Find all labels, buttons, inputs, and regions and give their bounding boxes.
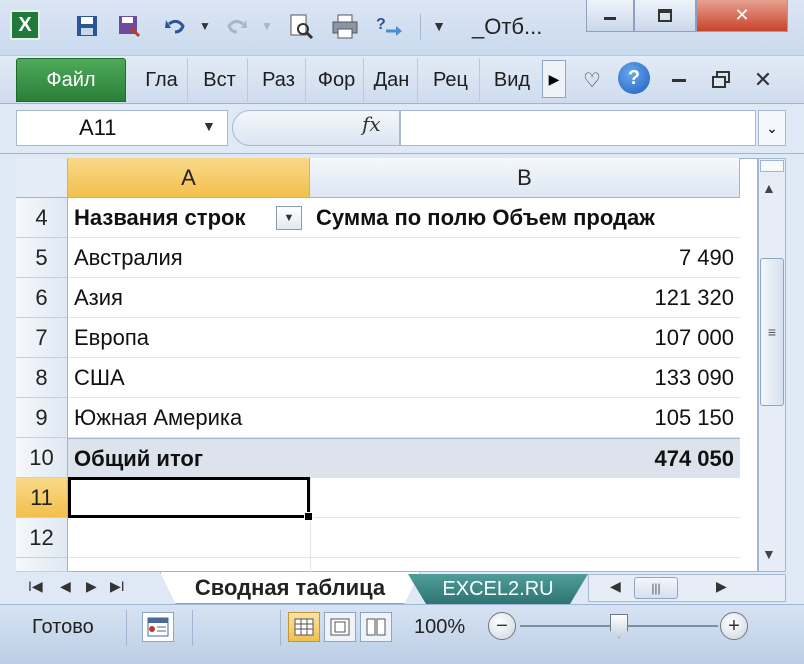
row-header[interactable]: 12 — [16, 518, 68, 558]
undo-dropdown-icon[interactable]: ▼ — [190, 10, 220, 42]
redo-icon — [222, 10, 252, 42]
zoom-level[interactable]: 100% — [414, 614, 465, 640]
vertical-scroll-thumb[interactable]: ≡ — [760, 258, 784, 406]
sheet-tab-active[interactable]: Сводная таблица — [160, 572, 420, 604]
redo-dropdown-icon: ▼ — [261, 19, 273, 33]
tab-formulas[interactable]: Фор — [310, 58, 364, 102]
fill-handle[interactable] — [304, 512, 313, 521]
cell-a4[interactable]: Названия строк — [74, 198, 306, 238]
scroll-right-icon[interactable]: ▶ — [716, 578, 727, 595]
scroll-down-icon[interactable]: ▼ — [762, 546, 776, 562]
name-box[interactable]: A11 — [16, 110, 228, 146]
tab-view[interactable]: Вид — [484, 58, 540, 102]
macro-record-icon[interactable] — [142, 612, 174, 642]
cell-a10[interactable]: Общий итог — [74, 439, 306, 479]
column-header-b[interactable]: B — [310, 158, 740, 198]
svg-text:?: ? — [376, 16, 386, 33]
save-icon[interactable] — [72, 10, 102, 42]
cell-b8[interactable]: 133 090 — [310, 358, 734, 398]
table-row: Австралия 7 490 — [68, 238, 740, 278]
row-header[interactable]: 6 — [16, 278, 68, 318]
cell-b6[interactable]: 121 320 — [310, 278, 734, 318]
customize-qat-icon[interactable]: ▼ — [424, 10, 454, 42]
row-header-partial[interactable] — [16, 558, 68, 572]
workbook-restore-icon[interactable] — [706, 60, 736, 100]
row-header[interactable]: 4 — [16, 198, 68, 238]
cell-b4[interactable]: Сумма по полю Объем продаж — [316, 198, 740, 238]
print-icon[interactable] — [330, 10, 360, 42]
tabs-more-arrow-icon[interactable]: ▶ — [542, 60, 566, 98]
table-row: Азия 121 320 — [68, 278, 740, 318]
cell-b9[interactable]: 105 150 — [310, 398, 734, 438]
minimize-button[interactable] — [586, 0, 634, 32]
undo-icon[interactable] — [160, 10, 190, 42]
next-sheet-icon[interactable]: ▶ — [86, 578, 97, 595]
workbook-close-icon[interactable]: ✕ — [748, 60, 778, 100]
status-ready: Готово — [32, 616, 94, 638]
close-button[interactable]: ✕ — [696, 0, 788, 32]
cell-a8[interactable]: США — [74, 358, 306, 398]
tab-home[interactable]: Гла — [136, 58, 188, 102]
formula-input[interactable] — [400, 110, 756, 146]
row-header[interactable]: 5 — [16, 238, 68, 278]
horizontal-scroll-thumb[interactable]: ||| — [634, 577, 678, 599]
row-header[interactable]: 8 — [16, 358, 68, 398]
row-header-selected[interactable]: 11 — [16, 478, 68, 518]
spelling-icon[interactable]: ? — [374, 10, 404, 42]
page-layout-view-icon[interactable] — [324, 612, 356, 642]
split-box[interactable] — [760, 160, 784, 172]
tab-data[interactable]: Дан — [366, 58, 418, 102]
formula-expand-icon[interactable]: ⌄ — [758, 110, 786, 146]
save-as-icon[interactable] — [114, 10, 144, 42]
filter-dropdown-icon[interactable]: ▼ — [276, 206, 302, 230]
row-header[interactable]: 7 — [16, 318, 68, 358]
pivot-header-row: Названия строк ▼ Сумма по полю Объем про… — [68, 198, 740, 238]
column-gridline — [310, 478, 311, 572]
scroll-left-icon[interactable]: ◀ — [610, 578, 621, 595]
print-preview-icon[interactable] — [286, 10, 316, 42]
cell-a6[interactable]: Азия — [74, 278, 306, 318]
scroll-up-icon[interactable]: ▲ — [762, 180, 776, 196]
cell-b7[interactable]: 107 000 — [310, 318, 734, 358]
last-sheet-icon[interactable]: ▶I — [110, 578, 125, 595]
tab-file[interactable]: Файл — [16, 58, 126, 102]
table-row: Южная Америка 105 150 — [68, 398, 740, 438]
cell-a9[interactable]: Южная Америка — [74, 398, 306, 438]
zoom-in-icon[interactable]: + — [720, 612, 748, 640]
active-cell-a11[interactable] — [68, 477, 310, 518]
tab-insert[interactable]: Вст — [192, 58, 248, 102]
tab-page-layout[interactable]: Раз — [252, 58, 306, 102]
window-title: _Отб... — [472, 14, 543, 39]
grand-total-row: Общий итог 474 050 — [68, 438, 740, 478]
maximize-button[interactable] — [634, 0, 696, 32]
first-sheet-icon[interactable]: I◀ — [28, 578, 43, 595]
cell-a7[interactable]: Европа — [74, 318, 306, 358]
cell-b5[interactable]: 7 490 — [310, 238, 734, 278]
table-row: Европа 107 000 — [68, 318, 740, 358]
status-bar — [0, 604, 804, 664]
minimize-ribbon-icon[interactable]: ♡ — [578, 60, 606, 100]
insert-function-icon[interactable]: fx — [362, 112, 381, 136]
tab-review[interactable]: Рец — [422, 58, 480, 102]
prev-sheet-icon[interactable]: ◀ — [60, 578, 71, 595]
row-header[interactable]: 10 — [16, 438, 68, 478]
sheet-tab[interactable]: EXCEL2.RU — [408, 574, 588, 604]
zoom-out-icon[interactable]: − — [488, 612, 516, 640]
row-header[interactable]: 9 — [16, 398, 68, 438]
column-header-a[interactable]: A — [68, 158, 310, 198]
workbook-minimize-icon[interactable] — [664, 60, 694, 100]
table-row: США 133 090 — [68, 358, 740, 398]
name-box-dropdown-icon[interactable]: ▼ — [202, 118, 216, 134]
excel-app-icon[interactable]: X — [10, 10, 40, 40]
cell-b10[interactable]: 474 050 — [310, 439, 734, 479]
table-row — [68, 518, 740, 558]
help-icon[interactable]: ? — [618, 62, 650, 94]
cell-a5[interactable]: Австралия — [74, 238, 306, 278]
normal-view-icon[interactable] — [288, 612, 320, 642]
page-break-view-icon[interactable] — [360, 612, 392, 642]
select-all-corner[interactable] — [16, 158, 68, 198]
